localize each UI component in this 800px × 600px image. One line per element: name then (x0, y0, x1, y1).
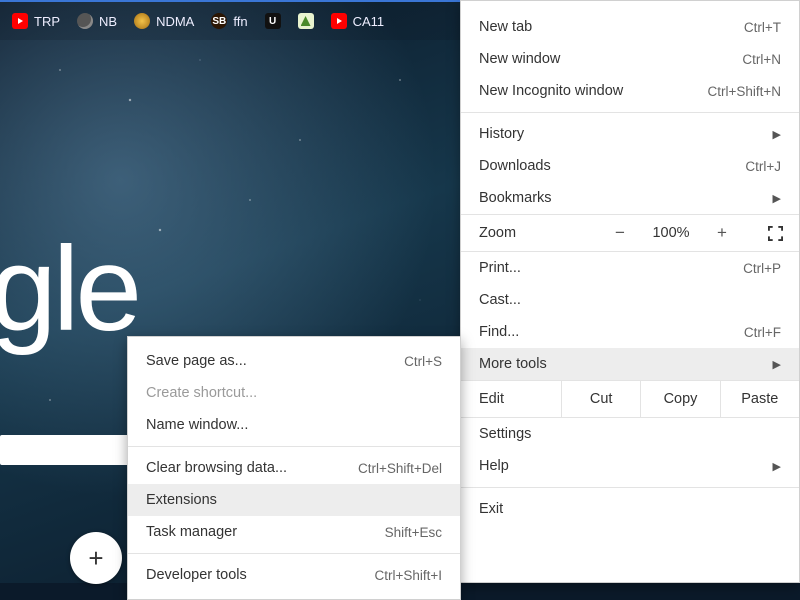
menu-item-zoom: Zoom − 100% + (461, 214, 799, 252)
menu-separator (461, 487, 799, 488)
menu-label: Cast... (479, 292, 521, 308)
menu-item-new-incognito[interactable]: New Incognito window Ctrl+Shift+N (461, 75, 799, 107)
menu-label: Save page as... (146, 353, 247, 369)
bookmark-label: NDMA (156, 14, 194, 29)
menu-item-new-window[interactable]: New window Ctrl+N (461, 43, 799, 75)
menu-label: Create shortcut... (146, 385, 257, 401)
bookmark-label: ffn (233, 14, 247, 29)
menu-shortcut: Ctrl+P (743, 261, 781, 276)
chevron-right-icon: ▶ (773, 128, 781, 141)
submenu-item-clear-data[interactable]: Clear browsing data... Ctrl+Shift+Del (128, 452, 460, 484)
menu-label: Bookmarks (479, 190, 552, 206)
menu-label: Settings (479, 426, 531, 442)
chevron-right-icon: ▶ (773, 192, 781, 205)
menu-label: Help (479, 458, 509, 474)
zoom-label: Zoom (479, 225, 516, 241)
youtube-icon (331, 13, 347, 29)
menu-label: New tab (479, 19, 532, 35)
edit-copy-button[interactable]: Copy (640, 381, 719, 417)
menu-shortcut: Ctrl+S (404, 354, 442, 369)
menu-label: Extensions (146, 492, 217, 508)
menu-label: New window (479, 51, 560, 67)
zoom-out-button[interactable]: − (609, 223, 631, 243)
menu-shortcut: Ctrl+J (745, 159, 781, 174)
more-tools-submenu: Save page as... Ctrl+S Create shortcut..… (127, 336, 461, 600)
menu-item-downloads[interactable]: Downloads Ctrl+J (461, 150, 799, 182)
menu-label: History (479, 126, 524, 142)
edit-label: Edit (461, 391, 561, 407)
add-shortcut-button[interactable]: + (70, 532, 122, 584)
fullscreen-icon (768, 226, 783, 241)
menu-item-bookmarks[interactable]: Bookmarks ▶ (461, 182, 799, 214)
menu-label: New Incognito window (479, 83, 623, 99)
menu-shortcut: Ctrl+Shift+I (374, 568, 442, 583)
menu-separator (461, 112, 799, 113)
bookmark-nb[interactable]: NB (69, 7, 125, 35)
menu-item-help[interactable]: Help ▶ (461, 450, 799, 482)
menu-separator (128, 446, 460, 447)
chevron-right-icon: ▶ (773, 358, 781, 371)
edit-cut-button[interactable]: Cut (561, 381, 640, 417)
menu-item-print[interactable]: Print... Ctrl+P (461, 252, 799, 284)
menu-item-more-tools[interactable]: More tools ▶ (461, 348, 799, 380)
menu-shortcut: Ctrl+N (742, 52, 781, 67)
menu-shortcut: Ctrl+Shift+N (707, 84, 781, 99)
menu-label: Print... (479, 260, 521, 276)
bookmark-u[interactable]: U (257, 7, 289, 35)
chevron-right-icon: ▶ (773, 460, 781, 473)
bookmark-trp[interactable]: TRP (4, 7, 68, 35)
sb-icon: SB (211, 13, 227, 29)
plus-icon: + (88, 543, 103, 574)
gold-circle-icon (134, 13, 150, 29)
menu-label: More tools (479, 356, 547, 372)
fullscreen-button[interactable] (763, 221, 787, 245)
globe-icon (77, 13, 93, 29)
menu-item-cast[interactable]: Cast... (461, 284, 799, 316)
bookmark-label: NB (99, 14, 117, 29)
chrome-main-menu: New tab Ctrl+T New window Ctrl+N New Inc… (460, 0, 800, 583)
submenu-item-name-window[interactable]: Name window... (128, 409, 460, 441)
menu-label: Name window... (146, 417, 248, 433)
bookmark-ffn[interactable]: SB ffn (203, 7, 255, 35)
menu-shortcut: Shift+Esc (385, 525, 442, 540)
menu-item-edit: Edit Cut Copy Paste (461, 380, 799, 418)
green-icon (298, 13, 314, 29)
menu-item-history[interactable]: History ▶ (461, 118, 799, 150)
submenu-item-create-shortcut: Create shortcut... (128, 377, 460, 409)
menu-shortcut: Ctrl+Shift+Del (358, 461, 442, 476)
menu-label: Clear browsing data... (146, 460, 287, 476)
menu-item-new-tab[interactable]: New tab Ctrl+T (461, 11, 799, 43)
edit-paste-button[interactable]: Paste (720, 381, 799, 417)
menu-shortcut: Ctrl+T (744, 20, 781, 35)
menu-label: Downloads (479, 158, 551, 174)
zoom-value: 100% (647, 225, 695, 241)
u-icon: U (265, 13, 281, 29)
google-logo-fragment: gle (0, 220, 138, 358)
menu-item-find[interactable]: Find... Ctrl+F (461, 316, 799, 348)
submenu-item-extensions[interactable]: Extensions (128, 484, 460, 516)
menu-item-settings[interactable]: Settings (461, 418, 799, 450)
bookmark-green[interactable] (290, 7, 322, 35)
menu-item-exit[interactable]: Exit (461, 493, 799, 525)
menu-label: Task manager (146, 524, 237, 540)
menu-label: Developer tools (146, 567, 247, 583)
submenu-item-developer-tools[interactable]: Developer tools Ctrl+Shift+I (128, 559, 460, 591)
bookmark-ca11[interactable]: CA11 (323, 7, 393, 35)
bookmark-ndma[interactable]: NDMA (126, 7, 202, 35)
youtube-icon (12, 13, 28, 29)
submenu-item-save-page[interactable]: Save page as... Ctrl+S (128, 345, 460, 377)
menu-separator (128, 553, 460, 554)
menu-label: Find... (479, 324, 519, 340)
zoom-in-button[interactable]: + (711, 223, 733, 243)
bookmark-label: CA11 (353, 14, 385, 29)
menu-label: Exit (479, 501, 503, 517)
menu-shortcut: Ctrl+F (744, 325, 781, 340)
bookmark-label: TRP (34, 14, 60, 29)
submenu-item-task-manager[interactable]: Task manager Shift+Esc (128, 516, 460, 548)
